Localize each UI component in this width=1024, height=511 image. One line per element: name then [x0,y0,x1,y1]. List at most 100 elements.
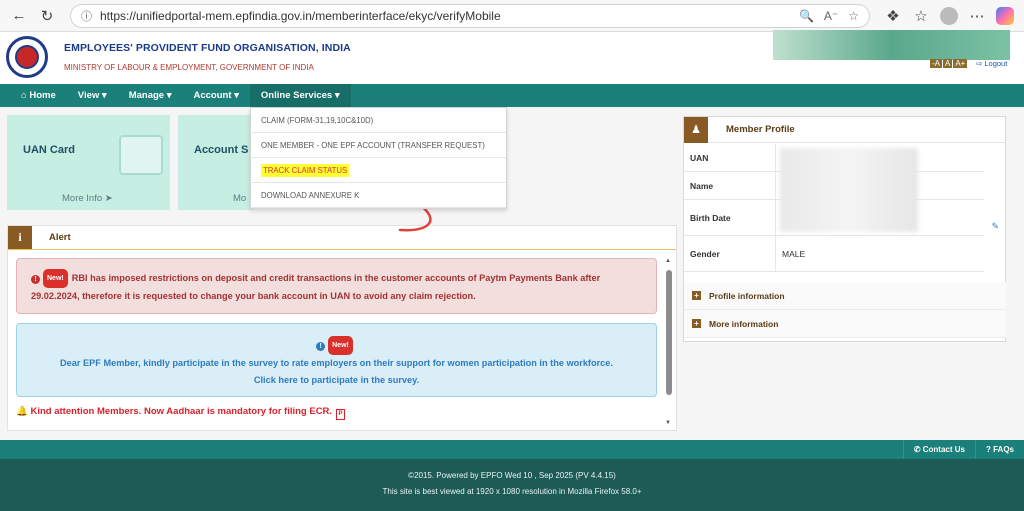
paytm-alert-text: RBI has imposed restrictions on deposit … [31,273,601,301]
font-normal-button[interactable]: A [943,59,953,68]
exclamation-icon: ! [31,275,40,284]
new-badge: New! [328,336,353,355]
new-badge: New! [43,269,68,288]
logout-link[interactable]: ⇨ Logout [976,59,1007,68]
lock-icon[interactable]: ⓘ [81,8,92,24]
account-more-info-link[interactable]: Mo [233,193,246,204]
question-icon: ? [985,445,994,454]
logout-label: Logout [984,59,1008,68]
font-size-controls: -A A A+ [930,59,968,68]
footer-powered-by: ©2015. Powered by EPFO Wed 10 , Sep 2025… [408,471,616,480]
refresh-icon[interactable]: ↻ [36,5,58,27]
profile-row-gender: Gender MALE [684,236,984,272]
nav-account-label: Account [193,90,232,101]
back-icon[interactable]: ← [8,5,30,27]
profile-header: ♟ Member Profile [684,116,1005,143]
footer-links-bar: ✆ Contact Us ? FAQs [0,440,1024,459]
contact-us-label: Contact Us [922,445,965,454]
alert-panel: i Alert ! New! RBI has imposed restriction… [7,225,677,431]
track-claim-label: TRACK CLAIM STATUS [261,163,350,177]
menu-item-transfer-request[interactable]: ONE MEMBER - ONE EPF ACCOUNT (TRANSFER R… [251,133,506,158]
nav-manage[interactable]: Manage ▾ [118,84,183,107]
name-label: Name [684,172,776,199]
uan-more-info-link[interactable]: More Info ➤ [62,193,113,204]
extensions-icon[interactable]: ❖ [882,5,904,27]
nav-account[interactable]: Account ▾ [183,84,250,107]
collections-icon[interactable]: ☆ [910,5,932,27]
aadhaar-notice-text: Kind attention Members. Now Aadhaar is m… [30,406,333,417]
credit-card-icon [119,135,163,175]
gender-label: Gender [684,236,776,271]
nav-online-services-label: Online Services [260,90,333,101]
nav-manage-label: Manage [128,90,165,101]
survey-alert: ! New! Dear EPF Member, kindly participat… [16,323,657,397]
home-icon: ⌂ [21,90,30,101]
alert-title: Alert [49,232,71,243]
favorite-icon[interactable]: ☆ [848,9,859,23]
member-profile-panel: ♟ Member Profile UAN Name Birth Date Gen… [683,116,1006,342]
nav-home-label: Home [29,90,56,101]
alert-scrollbar[interactable]: ▲ ▼ [664,256,674,426]
profile-information-toggle[interactable]: + Profile information [684,282,1006,310]
more-icon[interactable]: ⋯ [966,5,988,27]
contact-us-link[interactable]: ✆ Contact Us [902,440,975,459]
survey-link-text[interactable]: Dear EPF Member, kindly participate in t… [57,355,616,389]
profile-title: Member Profile [726,124,795,135]
nav-view[interactable]: View ▾ [67,84,118,107]
caret-down-icon: ▾ [332,90,340,101]
edit-icon[interactable]: ✎ [991,221,999,232]
font-increase-button[interactable]: A+ [953,59,968,68]
more-information-toggle[interactable]: + More information [684,310,1006,338]
faqs-label: FAQs [993,445,1014,454]
org-name: EMPLOYEES' PROVIDENT FUND ORGANISATION, … [64,42,351,54]
exclamation-icon: ! [316,342,326,351]
online-services-dropdown: CLAIM (FORM-31,19,10C&10D) ONE MEMBER - … [250,107,507,209]
header-banner [773,30,1010,60]
caret-down-icon: ▾ [231,90,239,101]
uan-card-title: UAN Card [23,144,75,156]
account-card-tile[interactable]: Account S Mo [178,115,253,210]
user-plus-icon: ♟ [684,116,708,143]
footer-resolution-note: This site is best viewed at 1920 x 1080 … [382,487,642,496]
alert-header: i Alert [8,226,676,250]
bell-icon: 🔔 [16,406,28,417]
epfo-logo[interactable] [6,36,48,78]
browser-toolbar: ← ↻ ⓘ https://unifiedportal-mem.epfindia… [0,0,1024,32]
scroll-up-icon[interactable]: ▲ [665,258,671,264]
menu-item-download-annexure-k[interactable]: DOWNLOAD ANNEXURE K [251,183,506,208]
address-bar[interactable]: ⓘ https://unifiedportal-mem.epfindia.gov… [70,3,870,28]
menu-item-track-claim-status[interactable]: TRACK CLAIM STATUS [251,158,506,183]
url-text: https://unifiedportal-mem.epfindia.gov.i… [100,8,501,23]
redacted-details [780,148,918,232]
phone-icon: ✆ [913,445,923,454]
nav-online-services[interactable]: Online Services ▾ [249,84,351,107]
account-card-title: Account S [194,144,249,156]
zoom-icon[interactable]: 🔍 [799,9,814,23]
nav-view-label: View [77,90,100,101]
caret-down-icon: ▾ [164,90,172,101]
gender-value: MALE [782,248,806,259]
uan-card-tile[interactable]: UAN Card More Info ➤ [7,115,170,210]
pdf-icon[interactable]: P [336,409,346,420]
aadhaar-notice[interactable]: 🔔 Kind attention Members. Now Aadhaar is… [16,406,346,420]
ministry-name: MINISTRY OF LABOUR & EMPLOYMENT, GOVERNM… [64,63,314,72]
plus-icon: + [692,319,701,328]
profile-avatar[interactable] [938,5,960,27]
font-decrease-button[interactable]: -A [930,59,942,68]
copilot-icon[interactable] [994,5,1016,27]
read-aloud-icon[interactable]: A⁻ [824,9,838,23]
paytm-alert: ! New! RBI has imposed restrictions on dep… [16,258,657,314]
faqs-link[interactable]: ? FAQs [974,440,1024,459]
menu-item-claim[interactable]: CLAIM (FORM-31,19,10C&10D) [251,108,506,133]
arrow-circle-icon: ➤ [104,193,113,204]
main-nav: ⌂ Home View ▾ Manage ▾ Account ▾ Online … [0,84,1024,107]
profile-information-label: Profile information [709,290,785,301]
nav-home[interactable]: ⌂ Home [10,84,67,107]
scroll-down-icon[interactable]: ▼ [665,420,671,426]
scroll-thumb[interactable] [666,270,672,395]
more-info-label: More Info [62,193,103,204]
more-information-label: More information [709,318,779,329]
site-header: EMPLOYEES' PROVIDENT FUND ORGANISATION, … [0,30,1024,84]
caret-down-icon: ▾ [99,90,107,101]
birth-date-label: Birth Date [684,200,776,235]
